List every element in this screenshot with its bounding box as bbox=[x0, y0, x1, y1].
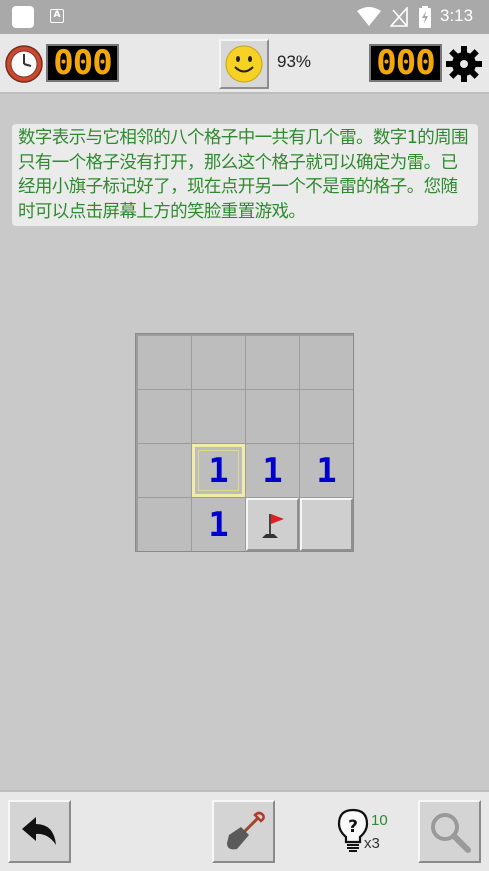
board-cell-open[interactable] bbox=[246, 336, 299, 389]
board-cell-number[interactable]: 1 bbox=[300, 444, 353, 497]
battery-charging-icon bbox=[419, 6, 431, 28]
undo-button[interactable] bbox=[8, 800, 71, 863]
minefield-board: 1111 bbox=[135, 333, 354, 552]
app-square-icon bbox=[12, 6, 34, 28]
shovel-icon bbox=[226, 811, 265, 849]
board-cell-open[interactable] bbox=[246, 390, 299, 443]
board-cell-number[interactable]: 1 bbox=[192, 498, 245, 551]
search-hint-button[interactable] bbox=[418, 800, 481, 863]
dig-mode-button[interactable] bbox=[212, 800, 275, 863]
gear-icon[interactable] bbox=[445, 45, 483, 83]
no-signal-icon bbox=[390, 7, 408, 27]
board-cell-open[interactable] bbox=[300, 336, 353, 389]
hints-available: 10 bbox=[371, 812, 388, 829]
timer-counter: 000 bbox=[46, 44, 119, 82]
board-cell-closed[interactable] bbox=[300, 498, 353, 551]
status-time: 3:13 bbox=[440, 6, 474, 25]
tutorial-hint-text: 数字表示与它相邻的八个格子中一共有几个雷。数字1的周围只有一个格子没有打开，那么… bbox=[12, 124, 478, 226]
flag-icon bbox=[261, 513, 284, 538]
board-cell-open[interactable] bbox=[192, 390, 245, 443]
reset-smiley-button[interactable] bbox=[219, 39, 269, 89]
board-cell-flagged[interactable] bbox=[246, 498, 299, 551]
board-cell-open[interactable] bbox=[300, 390, 353, 443]
bottom-toolbar: ? 10 x3 bbox=[0, 790, 489, 871]
hint-multiplier: x3 bbox=[364, 835, 380, 852]
wifi-icon bbox=[357, 7, 381, 26]
mine-counter: 000 bbox=[369, 44, 442, 82]
board-cell-selected[interactable]: 1 bbox=[192, 444, 245, 497]
board-cell-open[interactable] bbox=[138, 336, 191, 389]
status-bar: A 3:13 bbox=[0, 0, 489, 34]
undo-arrow-icon bbox=[21, 816, 56, 845]
svg-text:?: ? bbox=[348, 817, 358, 837]
smiley-face-icon bbox=[225, 45, 263, 83]
board-cell-open[interactable] bbox=[192, 336, 245, 389]
magnifier-icon bbox=[430, 812, 471, 853]
clock-icon[interactable] bbox=[4, 44, 44, 84]
board-cell-open[interactable] bbox=[138, 390, 191, 443]
board-cell-open[interactable] bbox=[138, 498, 191, 551]
board-cell-number[interactable]: 1 bbox=[246, 444, 299, 497]
board-cell-open[interactable] bbox=[138, 444, 191, 497]
win-percent: 93% bbox=[277, 52, 312, 71]
font-a-icon: A bbox=[50, 9, 64, 23]
game-toolbar: 000 93% 000 bbox=[0, 34, 489, 94]
